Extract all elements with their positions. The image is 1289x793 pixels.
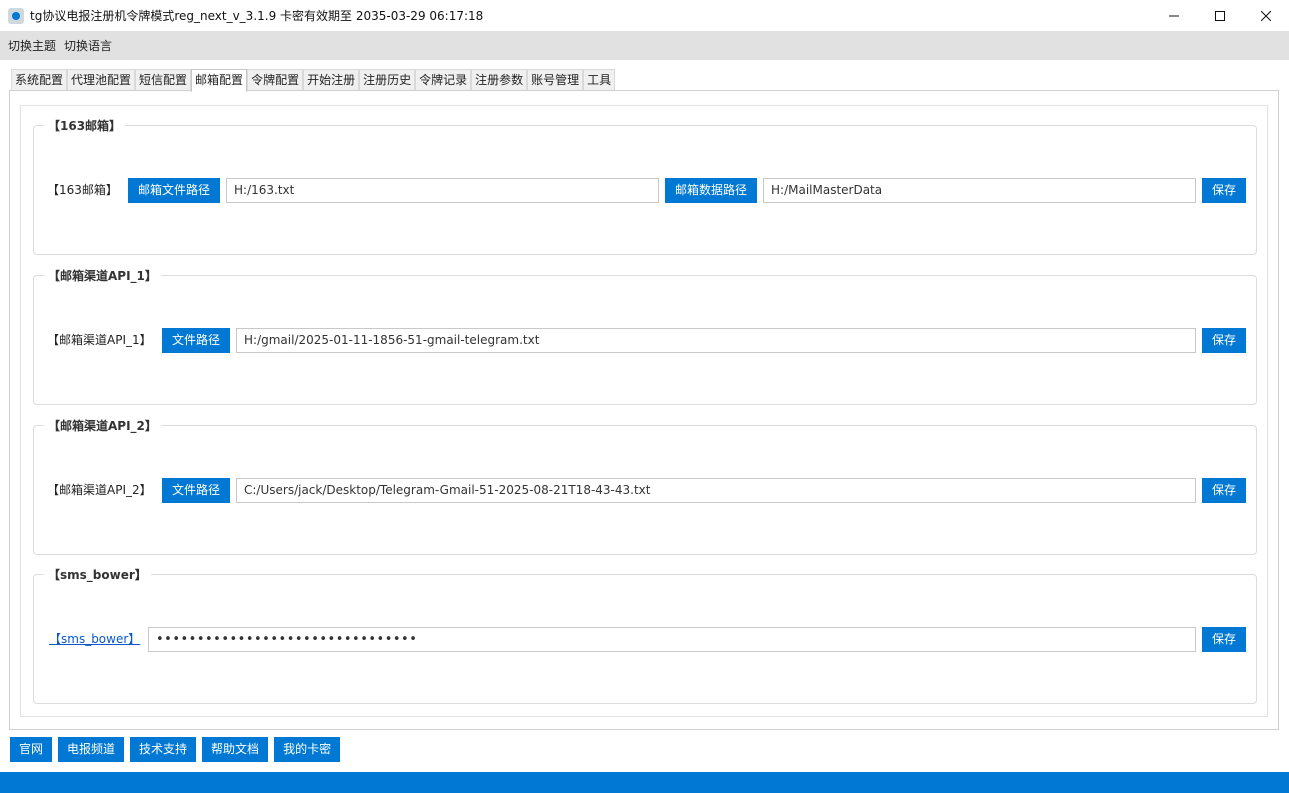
api2-save-button[interactable]: 保存 [1202,478,1246,503]
tab-register-history[interactable]: 注册历史 [359,69,416,91]
sms-bower-api-key-input[interactable]: •••••••••••••••••••••••••••••••• [148,627,1196,652]
api2-file-path-input[interactable]: C:/Users/jack/Desktop/Telegram-Gmail-51-… [236,478,1196,503]
tab-strip: 系统配置 代理池配置 短信配置 邮箱配置 令牌配置 开始注册 注册历史 令牌记录… [11,69,616,92]
window-controls [1151,0,1289,31]
api1-save-button[interactable]: 保存 [1202,328,1246,353]
tab-register-params[interactable]: 注册参数 [471,69,528,91]
api1-file-path-button[interactable]: 文件路径 [162,328,230,353]
menu-bar: 切换主题 切换语言 [0,31,1289,60]
minimize-icon [1169,15,1179,16]
official-site-button[interactable]: 官网 [10,737,53,762]
title-bar: tg协议电报注册机令牌模式reg_next_v_3.1.9 卡密有效期至 203… [0,0,1289,31]
tab-panel-email-config: 【163邮箱】 【163邮箱】 邮箱文件路径 H:/163.txt 邮箱数据路径… [9,90,1279,730]
window-title: tg协议电报注册机令牌模式reg_next_v_3.1.9 卡密有效期至 203… [30,9,484,23]
close-button[interactable] [1243,0,1289,31]
minimize-button[interactable] [1151,0,1197,31]
g163-mail-file-path-input[interactable]: H:/163.txt [226,178,659,203]
my-card-key-button[interactable]: 我的卡密 [274,737,341,762]
app-icon [8,7,24,24]
group-sms-bower: 【sms_bower】 【sms_bower】 ••••••••••••••••… [33,566,1257,704]
group-163-mail-legend: 【163邮箱】 [44,117,126,134]
g163-save-button[interactable]: 保存 [1202,178,1246,203]
maximize-icon [1215,10,1225,21]
sms-bower-save-button[interactable]: 保存 [1202,627,1246,652]
group-mail-api-1: 【邮箱渠道API_1】 【邮箱渠道API_1】 文件路径 H:/gmail/20… [33,267,1257,405]
api2-file-path-button[interactable]: 文件路径 [162,478,230,503]
sms-bower-link[interactable]: 【sms_bower】 [49,630,140,647]
api1-file-path-input[interactable]: H:/gmail/2025-01-11-1856-51-gmail-telegr… [236,328,1196,353]
tab-token-config[interactable]: 令牌配置 [247,69,304,91]
g163-mail-data-path-input[interactable]: H:/MailMasterData [763,178,1196,203]
maximize-button[interactable] [1197,0,1243,31]
menu-switch-language[interactable]: 切换语言 [60,37,116,54]
help-docs-button[interactable]: 帮助文档 [202,737,269,762]
g163-mail-file-path-button[interactable]: 邮箱文件路径 [128,178,220,203]
tab-token-records[interactable]: 令牌记录 [415,69,472,91]
tech-support-button[interactable]: 技术支持 [130,737,197,762]
group-163-mail: 【163邮箱】 【163邮箱】 邮箱文件路径 H:/163.txt 邮箱数据路径… [33,117,1257,255]
tab-sms-config[interactable]: 短信配置 [135,69,192,91]
tab-system-config[interactable]: 系统配置 [11,69,68,91]
api1-label: 【邮箱渠道API_1】 [47,333,152,347]
email-config-container: 【163邮箱】 【163邮箱】 邮箱文件路径 H:/163.txt 邮箱数据路径… [20,105,1268,717]
tab-tools[interactable]: 工具 [583,69,616,91]
close-icon [1261,10,1271,21]
tab-proxy-pool-config[interactable]: 代理池配置 [67,69,136,91]
g163-mail-data-path-button[interactable]: 邮箱数据路径 [665,178,757,203]
tab-account-management[interactable]: 账号管理 [527,69,584,91]
group-mail-api-2: 【邮箱渠道API_2】 【邮箱渠道API_2】 文件路径 C:/Users/ja… [33,417,1257,555]
tab-email-config[interactable]: 邮箱配置 [191,69,248,92]
api2-label: 【邮箱渠道API_2】 [47,483,152,497]
group-mail-api-2-legend: 【邮箱渠道API_2】 [44,417,161,434]
telegram-channel-button[interactable]: 电报频道 [58,737,125,762]
group-mail-api-1-legend: 【邮箱渠道API_1】 [44,267,161,284]
status-bar [0,772,1289,793]
bottom-button-bar: 官网 电报频道 技术支持 帮助文档 我的卡密 [10,737,341,762]
g163-label: 【163邮箱】 [47,183,118,197]
tab-start-register[interactable]: 开始注册 [303,69,360,91]
menu-switch-theme[interactable]: 切换主题 [4,37,60,54]
group-sms-bower-legend: 【sms_bower】 [44,566,151,583]
